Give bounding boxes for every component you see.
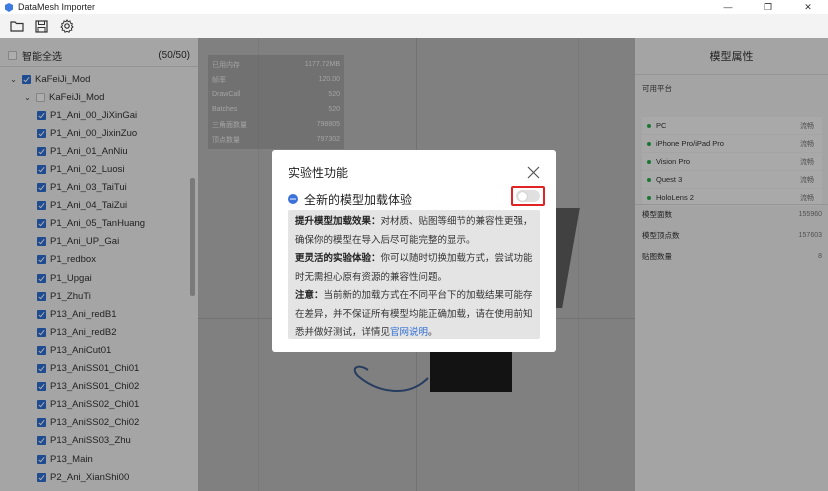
folder-icon[interactable]	[8, 18, 25, 35]
save-icon[interactable]	[33, 18, 50, 35]
desc-heading-2: 更灵活的实验体验：	[295, 253, 381, 264]
window-title: DataMesh Importer	[18, 2, 96, 12]
feature-icon	[288, 194, 298, 204]
gear-icon[interactable]	[58, 18, 75, 35]
dialog-title: 实验性功能	[288, 166, 349, 180]
toggle-knob	[518, 191, 527, 201]
feature-label: 全新的模型加载体验	[304, 192, 413, 207]
app-logo-icon	[4, 2, 14, 12]
desc-text-end: 。	[428, 327, 438, 338]
new-loader-toggle[interactable]	[516, 190, 540, 202]
toolbar	[0, 14, 828, 38]
experimental-features-dialog: 实验性功能 全新的模型加载体验 提升模型加载效果：对材质、贴图等细节的兼容性更强…	[272, 150, 556, 352]
desc-heading-1: 提升模型加载效果：	[295, 216, 381, 227]
close-icon[interactable]	[527, 166, 540, 179]
close-window-button[interactable]: ✕	[788, 0, 828, 14]
title-bar: DataMesh Importer — ❐ ✕	[0, 0, 828, 14]
minimize-button[interactable]: —	[708, 0, 748, 14]
docs-link[interactable]: 官网说明	[390, 327, 428, 338]
maximize-button[interactable]: ❐	[748, 0, 788, 14]
feature-description: 提升模型加载效果：对材质、贴图等细节的兼容性更强，确保你的模型在导入后尽可能完整…	[288, 210, 540, 339]
desc-heading-3: 注意：	[295, 290, 324, 301]
toggle-highlight	[511, 186, 545, 206]
feature-row: 全新的模型加载体验	[288, 190, 540, 208]
